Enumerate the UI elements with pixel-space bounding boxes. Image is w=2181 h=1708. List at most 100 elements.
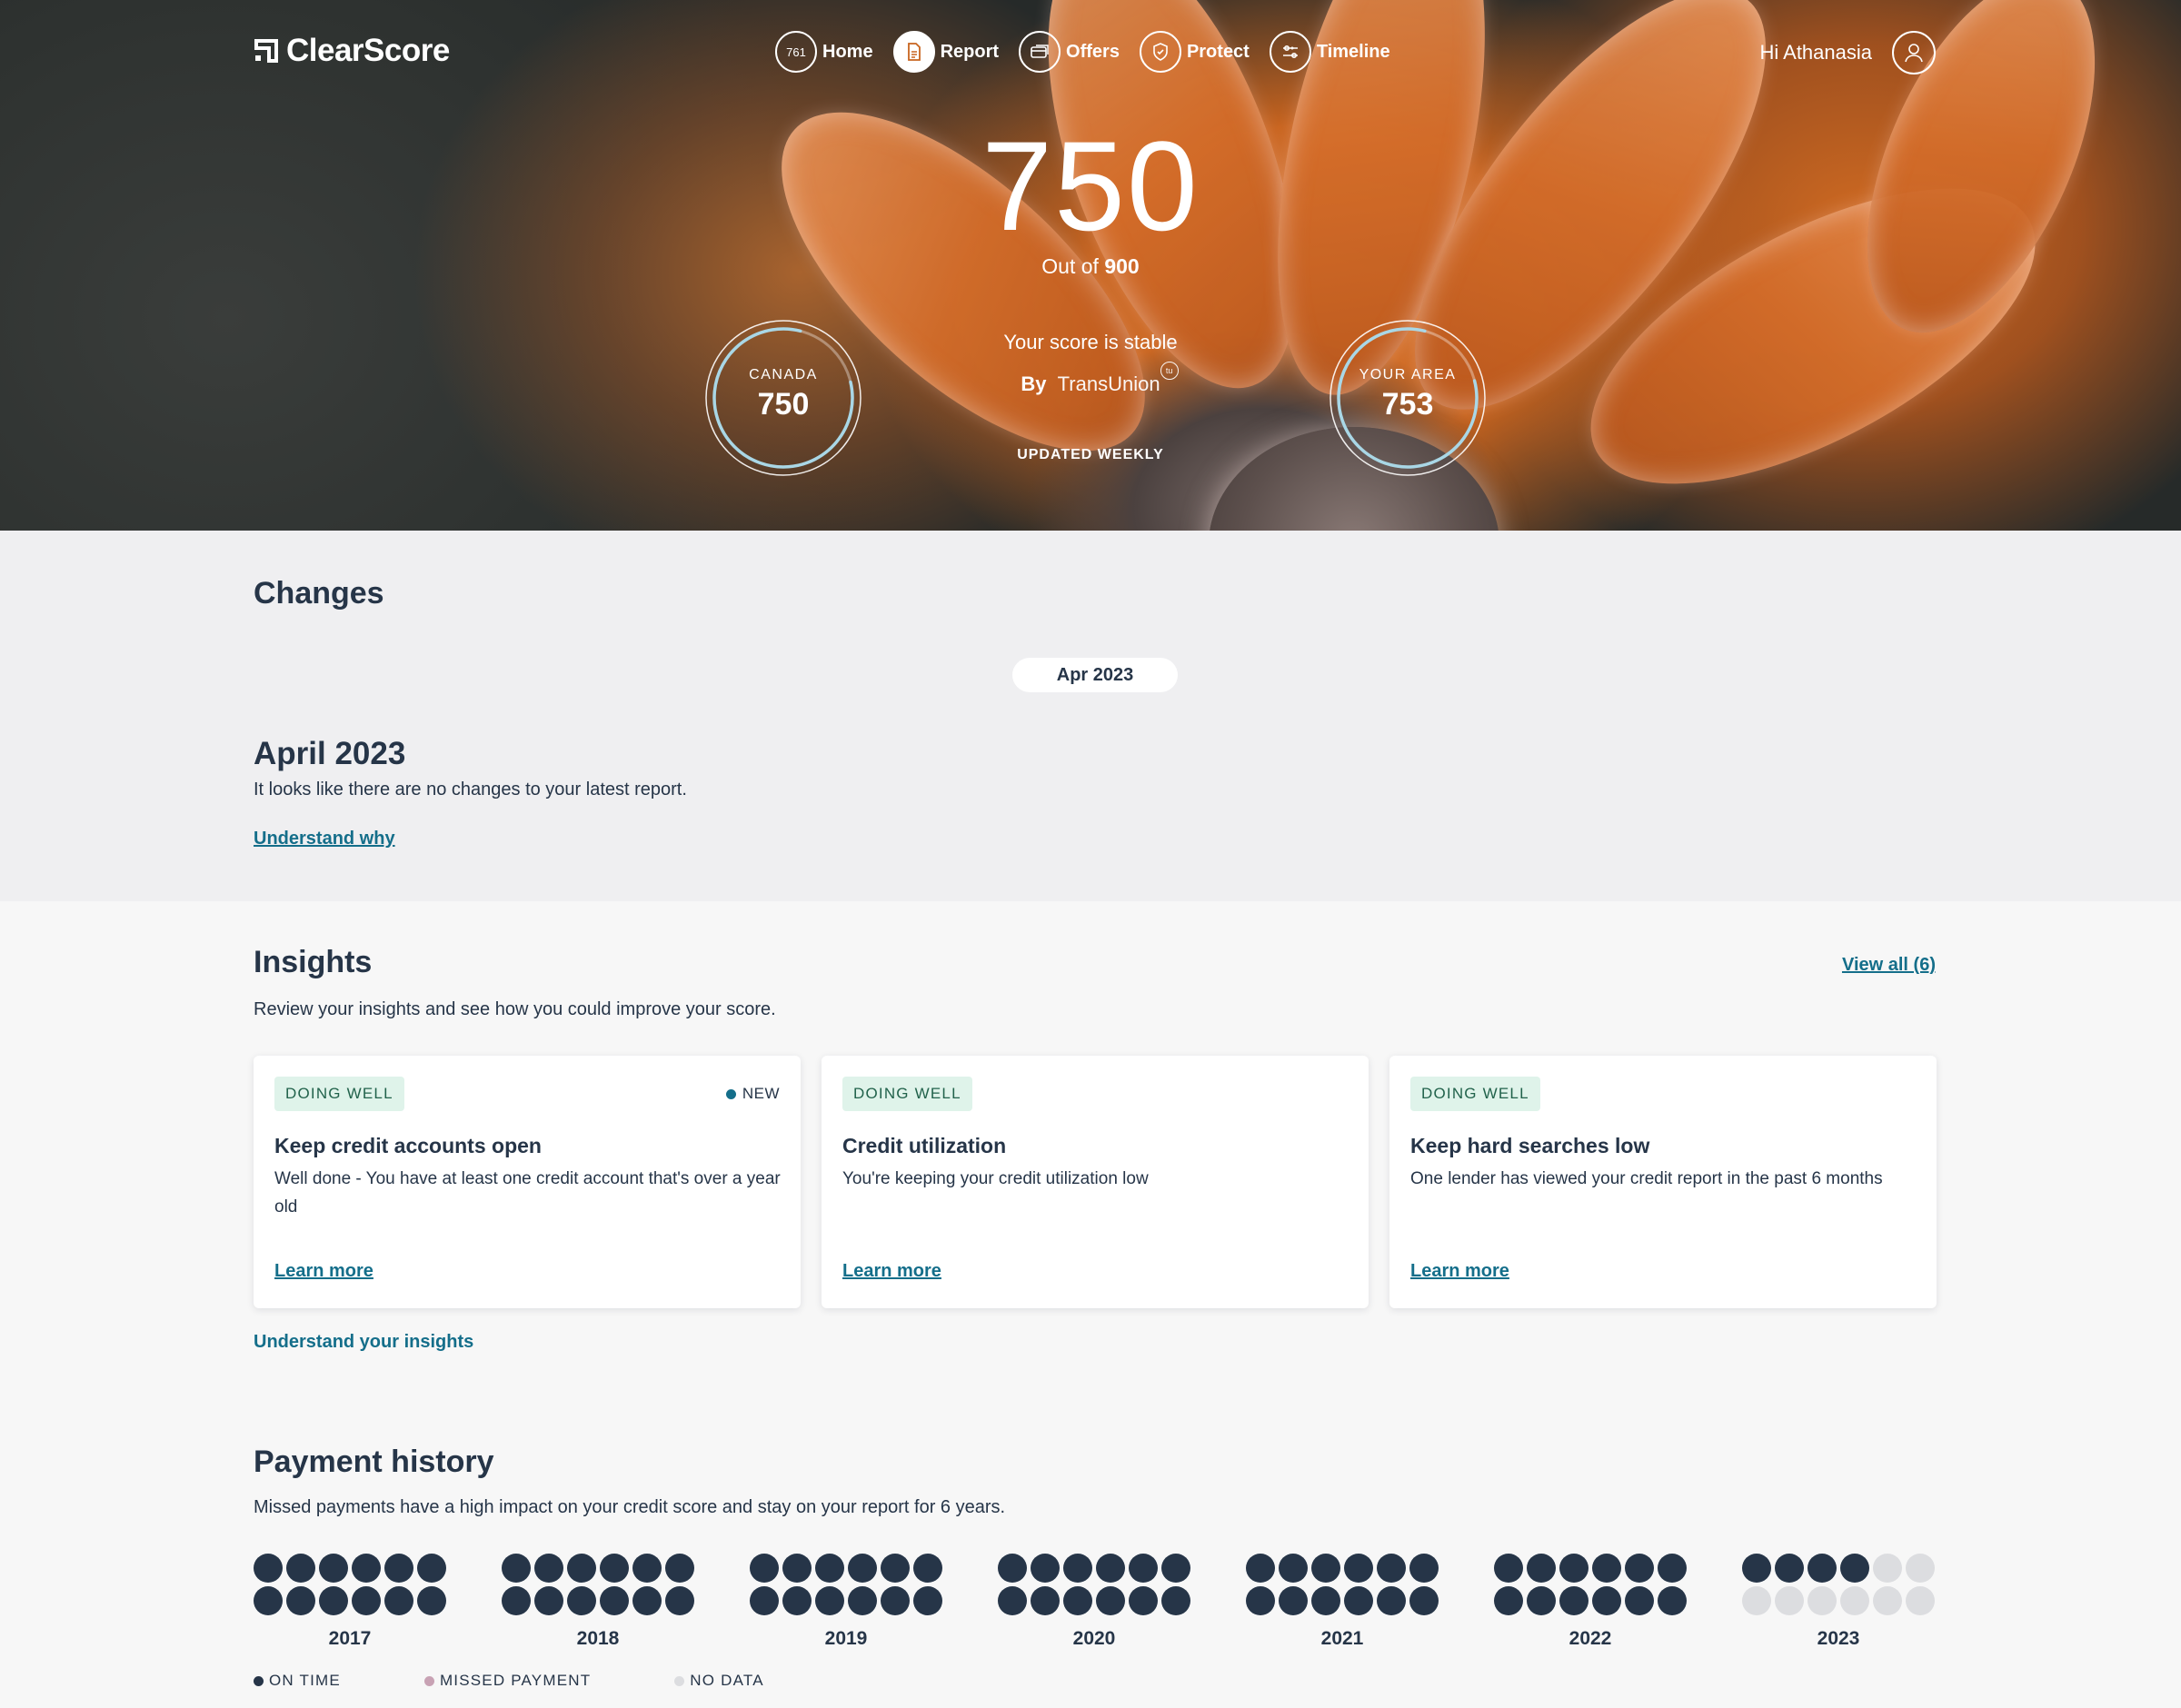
view-all-insights-link[interactable]: View all (6) [1842,955,1936,976]
gauge-label: YOUR AREA [1359,367,1457,382]
payment-dot-on-time [782,1586,812,1615]
payment-year-group: 2020 [998,1554,1194,1650]
shield-icon [1139,31,1181,73]
insight-title: Keep credit accounts open [274,1134,542,1157]
payment-dot-on-time [1096,1586,1125,1615]
nav-timeline[interactable]: Timeline [1269,31,1390,73]
legend-dot-icon [423,1675,434,1686]
payment-year-group: 2021 [1246,1554,1442,1650]
payment-dots [1494,1554,1690,1615]
payment-dot-on-time [1246,1586,1275,1615]
legend-dot-icon [254,1675,264,1686]
learn-more-link[interactable]: Learn more [274,1261,373,1282]
payment-dot-no-data [1873,1586,1902,1615]
payment-dot-on-time [998,1586,1027,1615]
nav-home-label: Home [822,41,873,62]
changes-title: Changes [254,576,384,611]
insight-card[interactable]: DOING WELL Credit utilization You're kee… [822,1056,1369,1308]
payment-year-group: 2023 [1742,1554,1938,1650]
payment-dot-on-time [665,1586,694,1615]
payment-dot-on-time [254,1586,283,1615]
legend-missed-payment: MISSED PAYMENT [423,1672,591,1690]
nav-offers-label: Offers [1066,41,1120,62]
payment-dot-on-time [1161,1554,1190,1583]
payment-dot-on-time [319,1554,348,1583]
insight-card[interactable]: DOING WELL Keep hard searches low One le… [1389,1056,1937,1308]
score-out-of: Out of 900 [0,254,2181,279]
payment-dot-no-data [1808,1586,1837,1615]
payment-dots [502,1554,698,1615]
bureau-name: TransUnion [1057,372,1160,395]
legend-label: ON TIME [269,1672,341,1689]
payment-dot-on-time [384,1586,413,1615]
payment-dot-on-time [1031,1554,1060,1583]
nav-offers[interactable]: Offers [1019,31,1120,73]
clearscore-logo[interactable]: ClearScore [254,33,450,69]
user-avatar-icon[interactable] [1892,31,1936,74]
score-status: Your score is stable [1003,331,1178,353]
credit-card-icon [1019,31,1061,73]
payment-dot-on-time [1063,1554,1092,1583]
understand-why-link[interactable]: Understand why [254,829,395,849]
payment-dot-on-time [1409,1586,1439,1615]
payment-dots [750,1554,946,1615]
payment-dot-on-time [815,1554,844,1583]
payment-dot-on-time [1031,1586,1060,1615]
payment-year-group: 2017 [254,1554,450,1650]
payment-dot-on-time [848,1586,877,1615]
insight-card[interactable]: DOING WELL NEW Keep credit accounts open… [254,1056,801,1308]
status-badge: DOING WELL [274,1077,404,1111]
nav-report[interactable]: Report [892,31,999,73]
understand-insights-link[interactable]: Understand your insights [254,1332,473,1353]
payment-dot-on-time [600,1586,629,1615]
insight-title: Credit utilization [842,1134,1007,1157]
payment-dot-on-time [1161,1586,1190,1615]
insight-description: Well done - You have at least one credit… [274,1169,781,1216]
legend-on-time: ON TIME [254,1672,341,1690]
learn-more-link[interactable]: Learn more [1410,1261,1509,1282]
payment-dot-on-time [1377,1554,1406,1583]
payment-dot-on-time [600,1554,629,1583]
user-menu[interactable]: Hi Athanasia [1759,31,1936,74]
payment-dot-on-time [1625,1586,1654,1615]
logo-mark-icon [254,38,279,64]
year-label: 2017 [328,1628,372,1649]
timeline-icon [1269,31,1311,73]
payment-dot-on-time [1311,1586,1340,1615]
transunion-logo: TransUnion tu [1057,362,1179,395]
nav-protect[interactable]: Protect [1139,31,1250,73]
new-label: NEW [742,1085,780,1102]
insight-description: One lender has viewed your credit report… [1410,1169,1883,1188]
payment-dot-on-time [534,1586,563,1615]
payment-dot-on-time [319,1586,348,1615]
payment-year-group: 2019 [750,1554,946,1650]
payment-dot-on-time [1494,1586,1523,1615]
payment-dot-on-time [254,1554,283,1583]
payment-history-title: Payment history [254,1445,494,1479]
payment-dot-on-time [1658,1586,1687,1615]
gauge-value: 753 [1381,387,1434,422]
payment-dot-on-time [417,1554,446,1583]
payment-dot-on-time [1808,1554,1837,1583]
payment-dots [254,1554,450,1615]
nav-timeline-label: Timeline [1316,41,1390,62]
payment-dot-on-time [1344,1554,1373,1583]
payment-dot-on-time [1377,1586,1406,1615]
gauge-value: 750 [757,387,810,422]
payment-dot-on-time [1494,1554,1523,1583]
payment-dot-on-time [1129,1586,1158,1615]
document-icon [892,31,935,73]
payment-dot-on-time [1658,1554,1687,1583]
payment-year-group: 2022 [1494,1554,1690,1650]
payment-dot-on-time [881,1586,910,1615]
month-selector[interactable]: Apr 2023 [1012,658,1178,692]
transunion-mark-icon: tu [1160,362,1179,380]
payment-dot-on-time [286,1554,315,1583]
nav-home[interactable]: 761 Home [775,31,873,73]
area-average-gauge: YOUR AREA 753 [1328,318,1488,478]
payment-dot-on-time [913,1554,942,1583]
year-label: 2020 [1072,1628,1116,1649]
payment-dot-on-time [384,1554,413,1583]
learn-more-link[interactable]: Learn more [842,1261,941,1282]
payment-dot-on-time [1311,1554,1340,1583]
